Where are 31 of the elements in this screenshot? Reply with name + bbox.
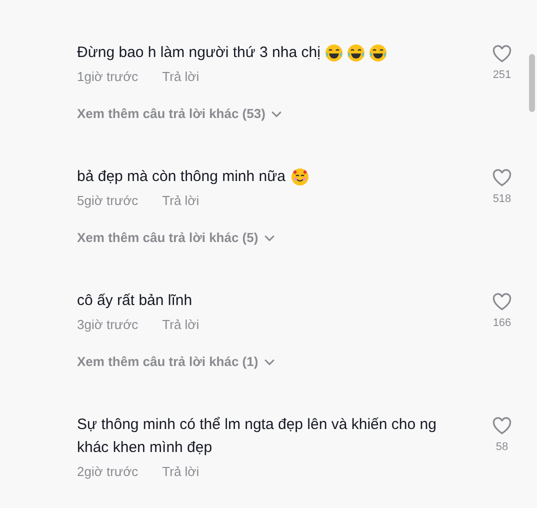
- comment-text: Đừng bao h làm người thứ 3 nha chị: [77, 43, 320, 63]
- like-count: 166: [492, 316, 512, 331]
- timestamp: 2giờ trước: [77, 463, 138, 481]
- view-more-replies-link[interactable]: Xem thêm câu trả lời khác (53): [77, 105, 477, 123]
- heart-icon[interactable]: [492, 293, 512, 311]
- reply-link[interactable]: Trả lời: [162, 316, 200, 334]
- reply-link[interactable]: Trả lời: [162, 192, 200, 210]
- heart-icon[interactable]: [492, 45, 512, 63]
- timestamp: 5giờ trước: [77, 192, 138, 210]
- heart-icon[interactable]: [492, 169, 512, 187]
- comment-text: cô ấy rất bản lĩnh: [77, 291, 192, 311]
- chevron-down-icon: [264, 234, 276, 242]
- timestamp: 1giờ trước: [77, 68, 138, 86]
- like-count: 518: [492, 192, 512, 207]
- like-count: 251: [492, 68, 512, 83]
- view-more-replies-link[interactable]: Xem thêm câu trả lời khác (5): [77, 229, 477, 247]
- timestamp: 3giờ trước: [77, 316, 138, 334]
- smiling-face-with-hearts-icon: [290, 168, 309, 186]
- chevron-down-icon: [264, 358, 276, 366]
- reply-link[interactable]: Trả lời: [162, 68, 200, 86]
- scrollbar-thumb[interactable]: [529, 54, 535, 112]
- like-count: 58: [496, 440, 508, 455]
- tears-of-joy-emoji-icon: [369, 44, 388, 62]
- view-more-replies-link[interactable]: Xem thêm câu trả lời khác (1): [77, 353, 477, 371]
- tears-of-joy-emoji-icon: [347, 44, 366, 62]
- reply-link[interactable]: Trả lời: [162, 463, 200, 481]
- comment-text: Sự thông minh có thể lm ngta đẹp lên và khiến cho ng khác khen mình đẹp: [77, 415, 438, 458]
- comment-text: bả đẹp mà còn thông minh nữa: [77, 167, 286, 187]
- chevron-down-icon: [271, 110, 282, 118]
- heart-icon[interactable]: [492, 417, 512, 435]
- tears-of-joy-emoji-icon: [325, 44, 344, 62]
